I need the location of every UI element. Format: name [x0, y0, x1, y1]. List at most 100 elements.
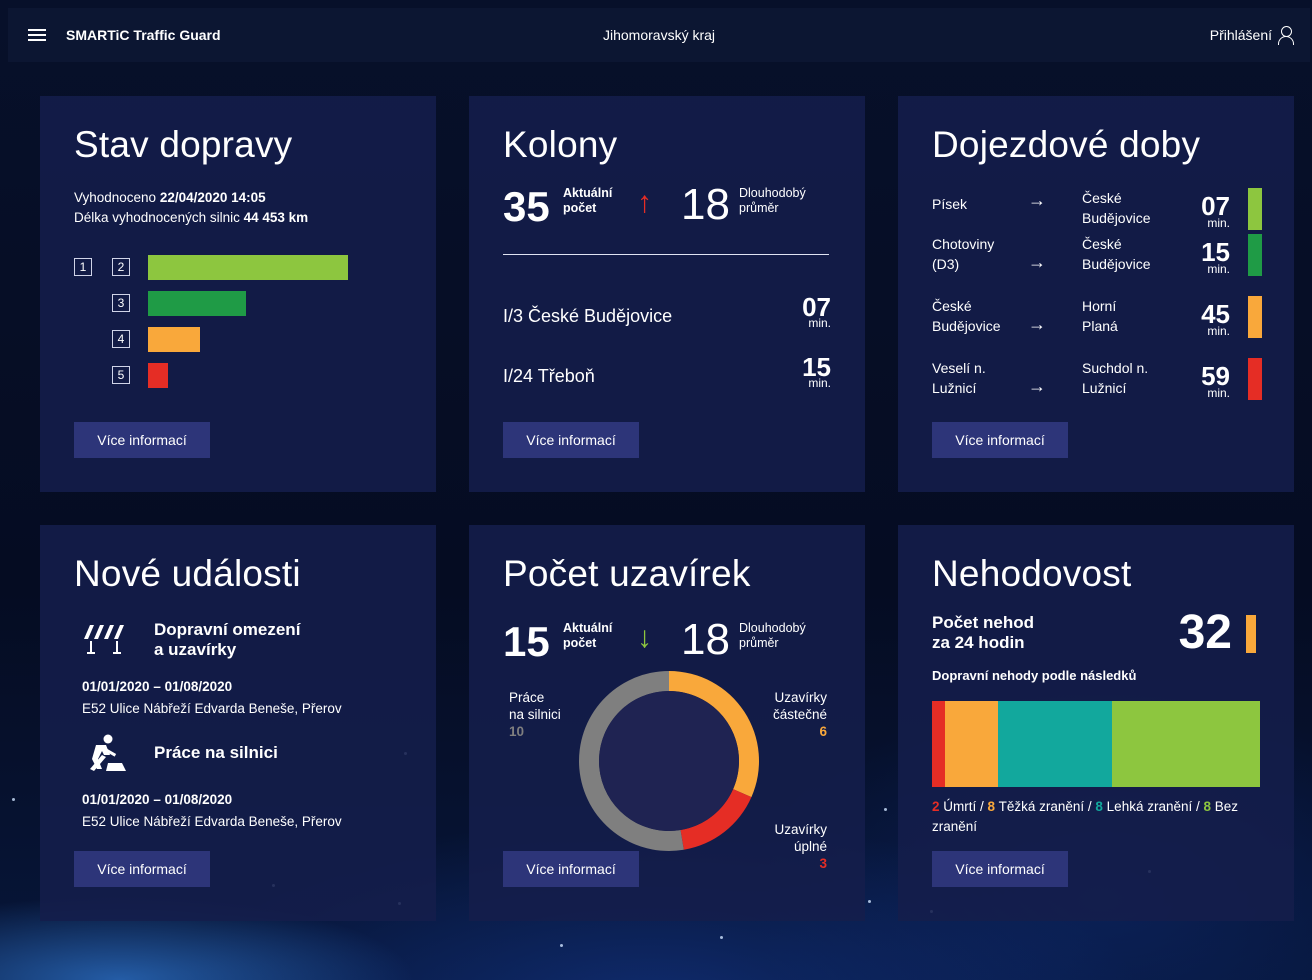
- accidents-count-label: Počet nehod za 24 hodin: [932, 613, 1035, 652]
- travel-status-bar: [1248, 358, 1262, 400]
- level-box-1: 1: [74, 258, 92, 276]
- accidents-status-flag: [1246, 615, 1256, 653]
- bar-serious-injuries: [945, 701, 998, 787]
- arrow-right-icon: →: [1028, 314, 1046, 334]
- card-title: Počet uzavírek: [503, 553, 751, 594]
- travel-status-bar: [1248, 234, 1262, 276]
- card-title: Nehodovost: [932, 553, 1132, 594]
- card-title: Dojezdové doby: [932, 124, 1201, 165]
- bar-deaths: [932, 701, 946, 787]
- travel-status-bar: [1248, 188, 1262, 230]
- travel-time-row: Chotoviny (D3) → České Budějovice 15 min.: [932, 234, 1262, 294]
- card-events: Nové události Dopravní omezení a uzavírky…: [40, 525, 436, 921]
- level-box-3: 3: [112, 294, 130, 312]
- evaluated-value: 22/04/2020 14:05: [159, 190, 266, 205]
- roadblock-icon: [84, 625, 124, 654]
- more-info-button[interactable]: Více informací: [74, 851, 210, 887]
- bar-no-injuries: [1112, 701, 1260, 787]
- arrow-right-icon: →: [1028, 252, 1046, 272]
- card-title: Kolony: [503, 124, 618, 165]
- level-box-4: 4: [112, 330, 130, 348]
- queues-avg-value: 18: [681, 180, 730, 229]
- travel-time: 45 min.: [1201, 299, 1230, 338]
- event-title: Práce na silnici: [154, 743, 278, 762]
- accidents-count-value: 32: [1178, 606, 1232, 659]
- app-title: SMARTiC Traffic Guard: [66, 27, 221, 43]
- roadwork-icon: [90, 734, 126, 771]
- route-name: I/24 Třeboň: [503, 366, 595, 386]
- travel-to: Suchdol n. Lužnicí: [1082, 360, 1149, 396]
- background-dot: [884, 808, 887, 811]
- card-queues: Kolony 35 Aktuální počet ↑ 18 Dlouhodobý p…: [469, 96, 865, 492]
- traffic-meta: Vyhodnoceno 22/04/2020 14:05 Délka vyhod…: [74, 188, 308, 228]
- event-date: 01/01/2020 – 01/08/2020: [82, 792, 233, 807]
- more-info-button[interactable]: Více informací: [932, 851, 1068, 887]
- closures-avg-label: Dlouhodobý průměr: [739, 621, 806, 650]
- login-label: Přihlášení: [1209, 27, 1272, 43]
- level-bar-5: [148, 363, 168, 388]
- background-dot: [560, 944, 563, 947]
- bar-light-injuries: [997, 701, 1113, 787]
- length-label: Délka vyhodnocených silnic: [74, 210, 240, 225]
- arrow-right-icon: →: [1028, 190, 1046, 210]
- event-place: E52 Ulice Nábřeží Edvarda Beneše, Přerov: [82, 701, 342, 716]
- login-button[interactable]: Přihlášení: [1209, 26, 1294, 45]
- event-place: E52 Ulice Nábřeží Edvarda Beneše, Přerov: [82, 814, 342, 829]
- travel-time: 07 min.: [1201, 191, 1230, 230]
- accidents-stacked-bar: [932, 701, 1260, 787]
- level-bar-3: [148, 291, 246, 316]
- travel-time-row: České Budějovice → Horní Planá 45 min.: [932, 296, 1262, 356]
- level-box-2: 2: [112, 258, 130, 276]
- background-dot: [12, 798, 15, 801]
- trend-up-arrow-icon: ↑: [637, 186, 652, 219]
- level-bar-2: [148, 255, 348, 280]
- travel-from: Písek: [932, 196, 968, 212]
- more-info-button[interactable]: Více informací: [503, 422, 639, 458]
- closures-avg-value: 18: [681, 615, 730, 664]
- travel-time: 59 min.: [1201, 361, 1230, 400]
- divider: [503, 254, 829, 255]
- queue-route-row: I/3 České Budějovice 07 min.: [503, 294, 831, 338]
- menu-icon[interactable]: [28, 29, 46, 41]
- route-time: 07 min.: [802, 292, 831, 330]
- more-info-button[interactable]: Více informací: [932, 422, 1068, 458]
- user-icon: [1278, 26, 1294, 45]
- length-value: 44 453 km: [243, 210, 309, 225]
- donut-center: [599, 691, 739, 831]
- travel-to: Horní Planá: [1082, 298, 1118, 334]
- route-name: I/3 České Budějovice: [503, 306, 673, 326]
- travel-from: Veselí n. Lužnicí: [932, 360, 986, 396]
- more-info-button[interactable]: Více informací: [74, 422, 210, 458]
- travel-to: České Budějovice: [1082, 236, 1151, 272]
- card-accidents: Nehodovost Počet nehod za 24 hodin 32 Dop…: [898, 525, 1294, 921]
- level-box-5: 5: [112, 366, 130, 384]
- closures-current-label: Aktuální počet: [563, 621, 613, 650]
- travel-from: České Budějovice: [932, 298, 1001, 334]
- card-travel-times: Dojezdové doby Písek → České Budějovice 07 mi…: [898, 96, 1294, 492]
- evaluated-label: Vyhodnoceno: [74, 190, 157, 205]
- more-info-button[interactable]: Více informací: [503, 851, 639, 887]
- background-dot: [720, 936, 723, 939]
- card-traffic-state: Stav dopravy Vyhodnoceno 22/04/2020 14:0…: [40, 96, 436, 492]
- card-closures: Počet uzavírek 15 Aktuální počet ↓ 18 Dlo…: [469, 525, 865, 921]
- travel-time: 15 min.: [1201, 237, 1230, 276]
- level-bar-4: [148, 327, 200, 352]
- card-title: Nové události: [74, 553, 301, 594]
- card-title: Stav dopravy: [74, 124, 293, 165]
- travel-status-bar: [1248, 296, 1262, 338]
- queue-route-row: I/24 Třeboň 15 min.: [503, 354, 831, 398]
- trend-down-arrow-icon: ↓: [637, 621, 652, 654]
- queues-avg-label: Dlouhodobý průměr: [739, 186, 806, 215]
- travel-time-row: Veselí n. Lužnicí → Suchdol n. Lužnicí 59 min.: [932, 358, 1262, 418]
- donut-label-roadwork: Práce na silnici 10: [509, 690, 561, 739]
- accidents-subtitle: Dopravní nehody podle následků: [932, 668, 1137, 683]
- closures-current-value: 15: [503, 618, 550, 665]
- background-dot: [868, 900, 871, 903]
- top-bar: SMARTiC Traffic Guard Jihomoravský kraj …: [8, 8, 1310, 62]
- arrow-right-icon: →: [1028, 376, 1046, 396]
- route-time: 15 min.: [802, 352, 831, 390]
- queues-current-value: 35: [503, 183, 550, 230]
- closures-donut-chart: [579, 671, 759, 851]
- travel-to: České Budějovice: [1082, 190, 1151, 226]
- donut-label-partial: Uzavírky částečné 6: [772, 690, 827, 739]
